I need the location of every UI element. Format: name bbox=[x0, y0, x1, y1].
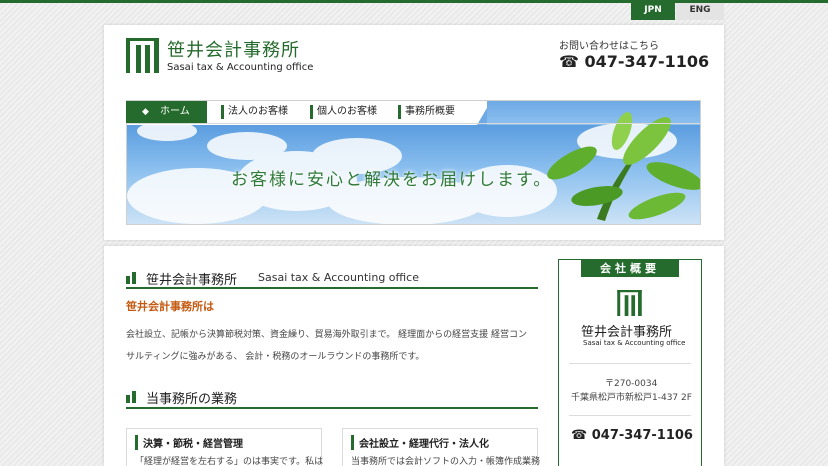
contact-label: お問い合わせはこちら bbox=[559, 41, 659, 52]
logo-mark-icon[interactable] bbox=[126, 38, 159, 73]
sidebar-phone[interactable]: ☎ 047-347-1106 bbox=[571, 428, 693, 443]
business-card-title: 決算・節税・経営管理 bbox=[135, 435, 243, 450]
banner-clouds-leaves bbox=[127, 112, 700, 224]
nav-corporate-clients[interactable]: 法人のお客様 bbox=[221, 105, 288, 119]
phone-icon: ☎ bbox=[571, 428, 588, 443]
about-title-en: Sasai tax & Accounting office bbox=[258, 271, 419, 284]
business-card-text: 「経理が経営を左右する」のは事実です。私は bbox=[135, 457, 324, 466]
sidebar-zip: 〒270-0034 bbox=[605, 379, 658, 389]
nav-office-overview[interactable]: 事務所概要 bbox=[398, 105, 455, 119]
nav-underline bbox=[126, 123, 700, 124]
business-card-incorporation[interactable]: 会社設立・経理代行・法人化 当事務所では会計ソフトの入力・帳簿作成業務 bbox=[342, 428, 541, 466]
about-title-rule bbox=[126, 287, 538, 289]
brand-name-en: Sasai tax & Accounting office bbox=[167, 62, 314, 73]
sidebar-brand-en: Sasai tax & Accounting office bbox=[583, 339, 686, 347]
business-title: 当事務所の業務 bbox=[146, 392, 238, 407]
banner-tagline: お客様に安心と解決をお届けします。 bbox=[231, 170, 553, 190]
business-card-text: 当事務所では会計ソフトの入力・帳簿作成業務 bbox=[351, 457, 541, 466]
business-title-rule bbox=[126, 407, 538, 409]
company-overview-box: 会社概要 笹井会計事務所 Sasai tax & Accounting offi… bbox=[558, 259, 702, 466]
section-bar-icon bbox=[126, 272, 136, 284]
sidebar-address: 千葉県松戸市新松戸1-437 2F bbox=[571, 393, 692, 403]
section-bar-icon bbox=[126, 391, 136, 403]
brand-name-jp[interactable]: 笹井会計事務所 bbox=[167, 36, 300, 62]
sidebar-brand-jp: 笹井会計事務所 bbox=[581, 325, 673, 340]
about-body-line-1: 会社設立、記帳から決算節税対策、資金繰り、貿易海外取引まで。 経理面からの経営支… bbox=[126, 330, 528, 340]
about-heading: 笹井会計事務所は bbox=[126, 300, 214, 313]
header-phone[interactable]: ☎ 047-347-1106 bbox=[559, 52, 709, 71]
lang-eng-button[interactable]: ENG bbox=[676, 3, 724, 20]
nav-individual-clients[interactable]: 個人のお客様 bbox=[310, 105, 377, 119]
lang-jpn-button[interactable]: JPN bbox=[631, 3, 675, 20]
sidebar-divider bbox=[569, 363, 691, 364]
business-card-settlement[interactable]: 決算・節税・経営管理 「経理が経営を左右する」のは事実です。私は bbox=[126, 428, 324, 466]
sidebar-divider bbox=[569, 415, 691, 416]
sidebar-logo-icon bbox=[617, 290, 642, 316]
about-title-jp: 笹井会計事務所 bbox=[146, 273, 238, 288]
home-icon: ◆ bbox=[142, 107, 149, 117]
company-overview-tab[interactable]: 会社概要 bbox=[581, 260, 679, 277]
about-body-line-2: サルティングに強みがある、 会計・税務のオールラウンドの事務所です。 bbox=[126, 352, 425, 362]
about-body: 会社設立、記帳から決算節税対策、資金繰り、貿易海外取引まで。 経理面からの経営支… bbox=[126, 324, 538, 368]
nav-home-label: ホーム bbox=[160, 106, 190, 117]
business-card-title: 会社設立・経理代行・法人化 bbox=[351, 435, 489, 450]
header-phone-number: 047-347-1106 bbox=[584, 52, 710, 71]
sidebar-phone-number: 047-347-1106 bbox=[591, 428, 693, 443]
phone-icon: ☎ bbox=[559, 52, 579, 71]
nav-home[interactable]: ◆ ホーム bbox=[126, 101, 207, 123]
